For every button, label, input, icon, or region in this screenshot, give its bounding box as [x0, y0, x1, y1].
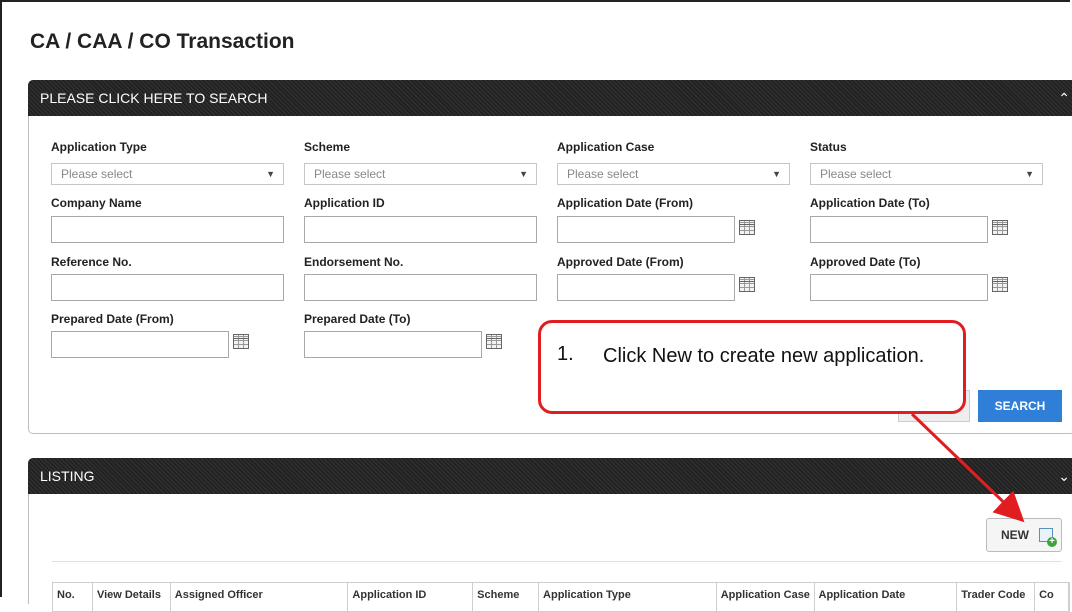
annotation-arrow — [910, 412, 1025, 523]
